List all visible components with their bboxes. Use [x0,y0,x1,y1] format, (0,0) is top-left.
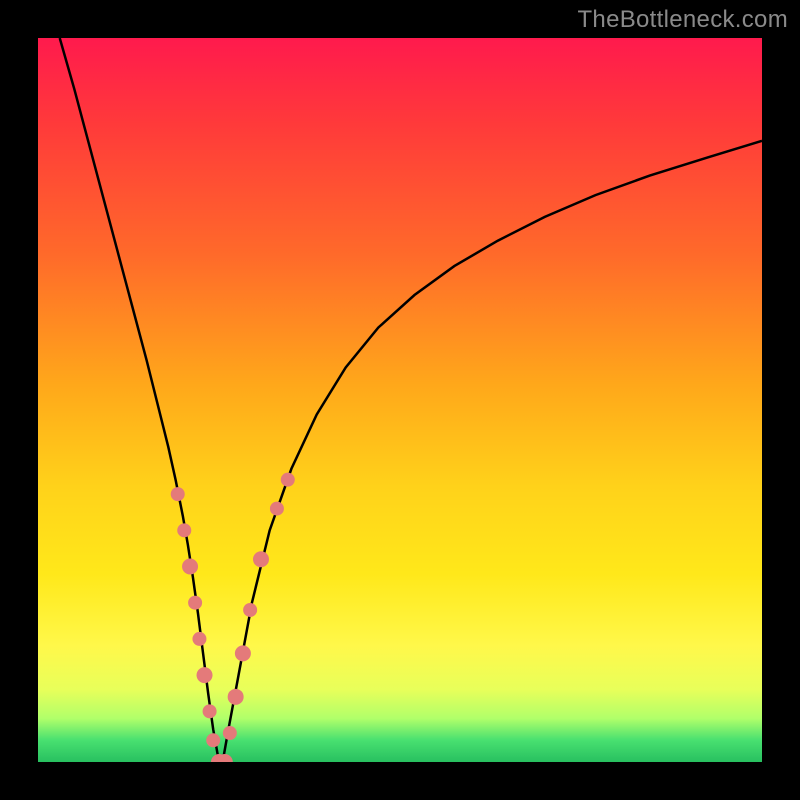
bottleneck-curve [60,38,762,762]
data-marker [177,523,191,537]
data-marker [188,596,202,610]
watermark-label: TheBottleneck.com [577,6,788,34]
data-marker [228,689,244,705]
data-marker [281,473,295,487]
data-marker [203,704,217,718]
data-marker [171,487,185,501]
chart-svg [38,38,762,762]
data-marker [192,632,206,646]
data-marker [243,603,257,617]
data-marker [197,667,213,683]
data-marker [223,726,237,740]
data-marker [182,559,198,575]
plot-area [38,38,762,762]
data-marker [270,502,284,516]
data-marker [235,645,251,661]
data-marker [206,733,220,747]
chart-frame: TheBottleneck.com [0,0,800,800]
data-marker [253,551,269,567]
